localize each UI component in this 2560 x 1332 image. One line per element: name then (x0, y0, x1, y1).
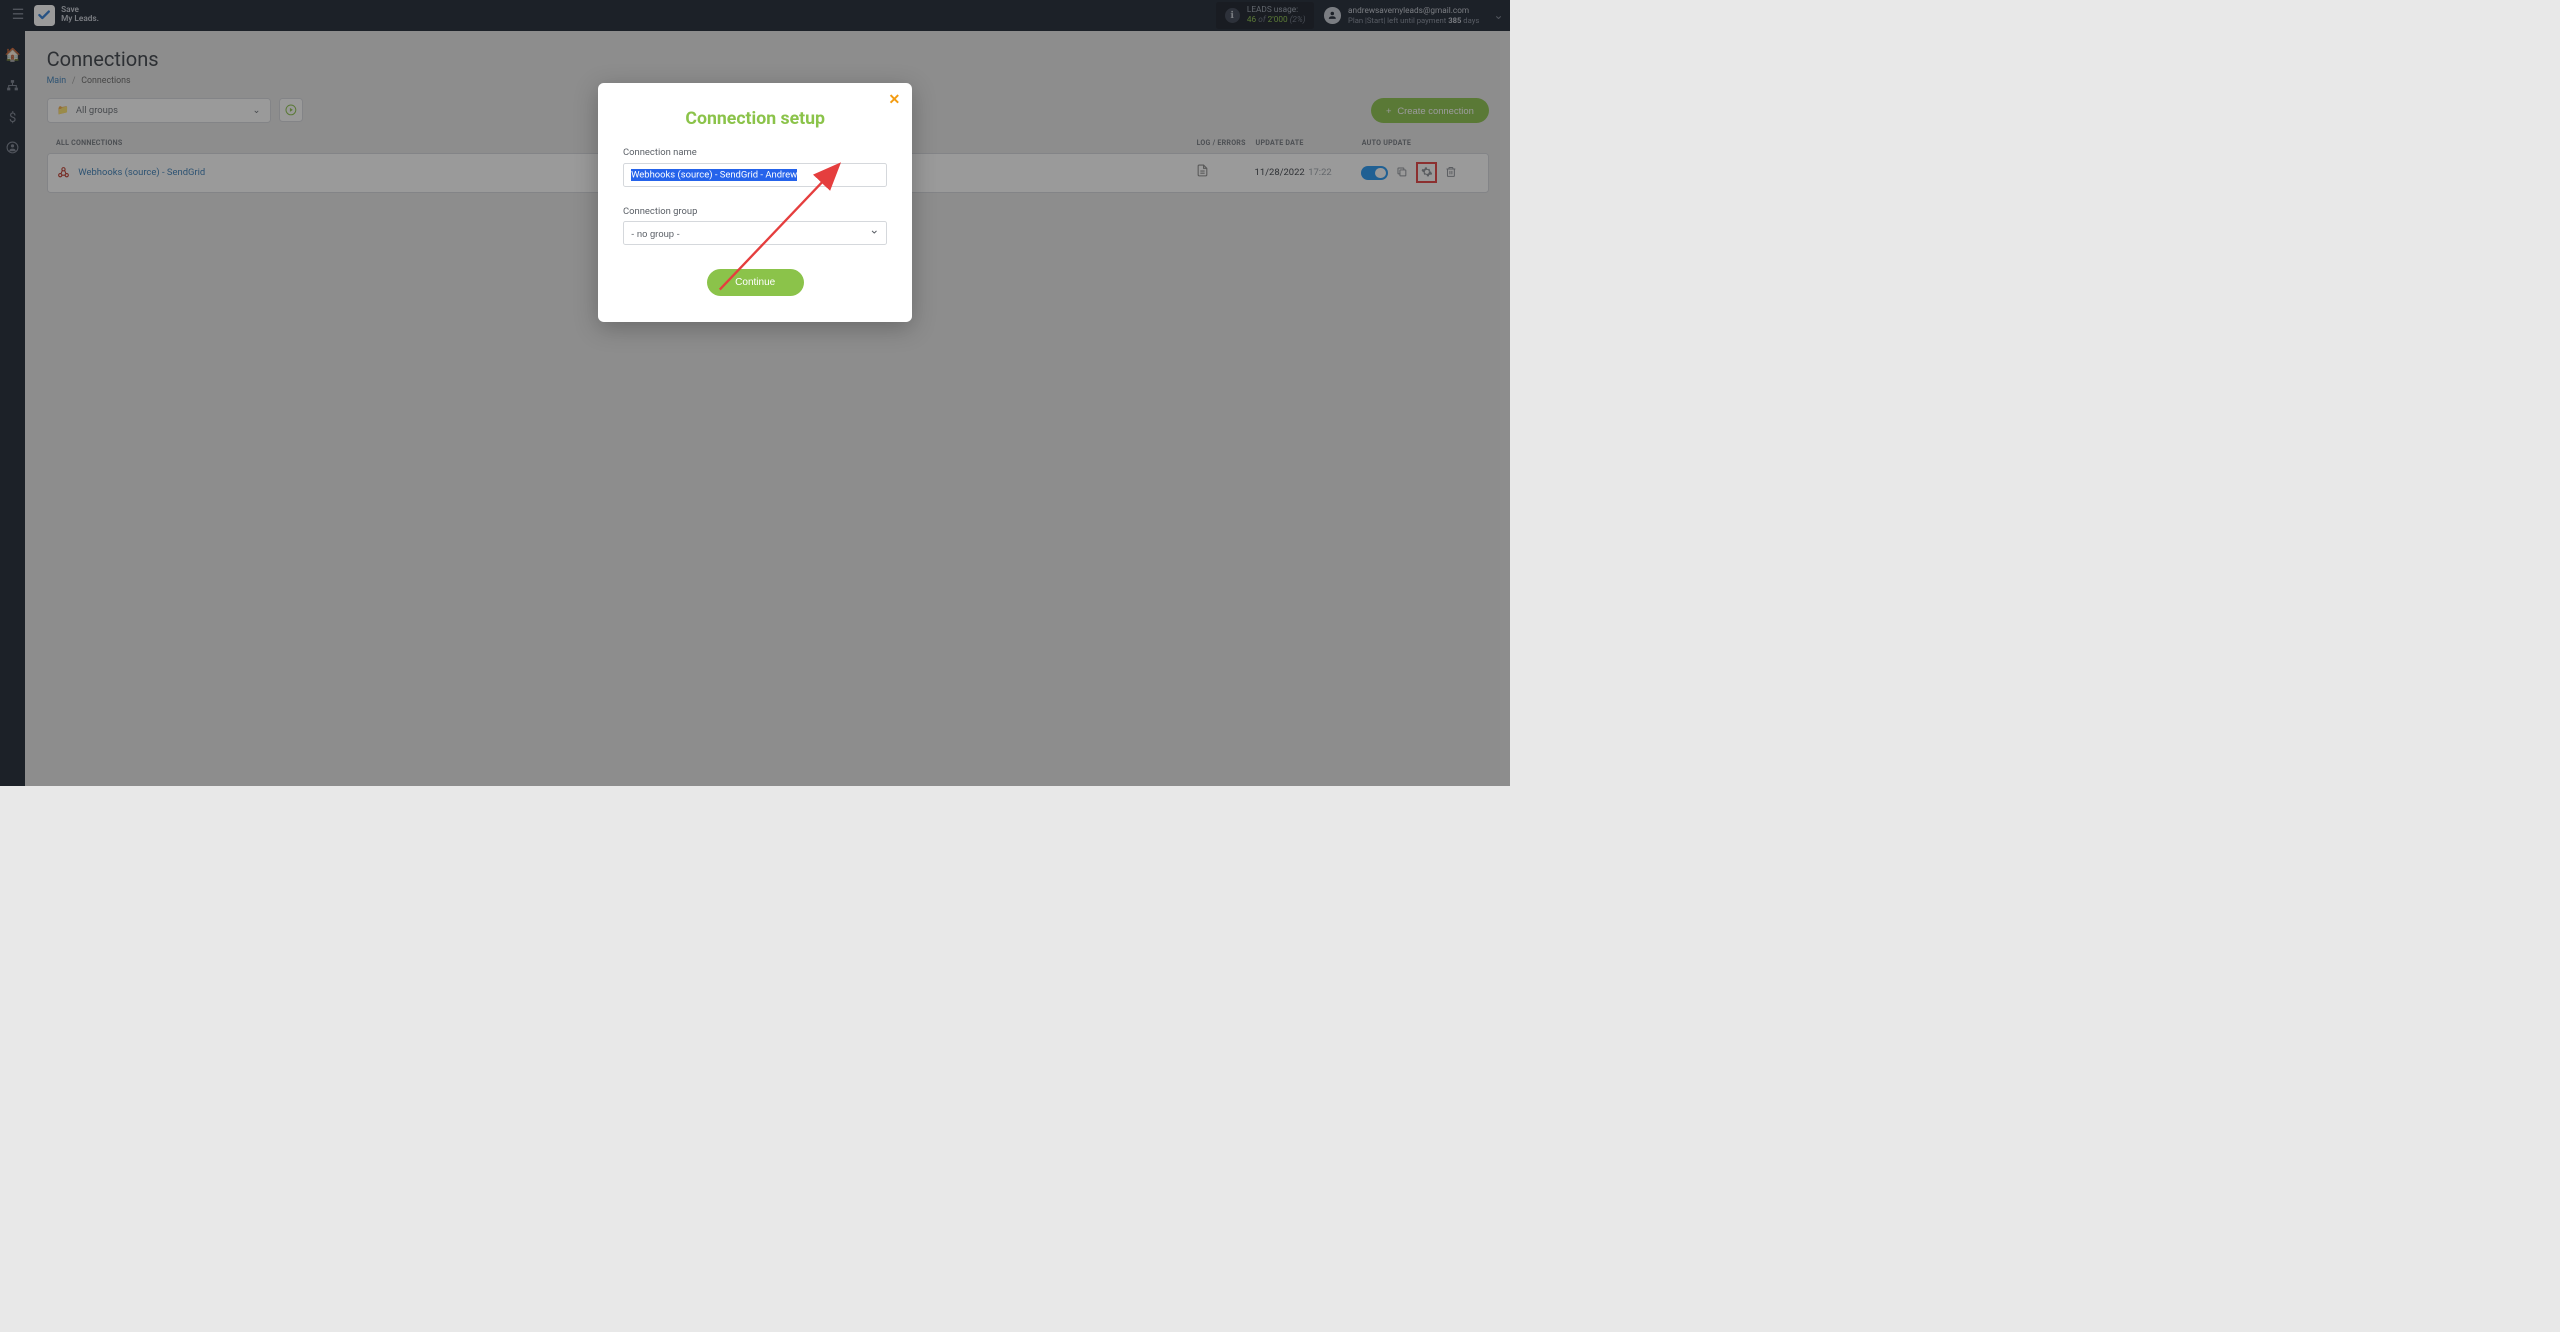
modal-title: Connection setup (623, 109, 887, 129)
connection-name-label: Connection name (623, 147, 887, 158)
connection-group-label: Connection group (623, 206, 887, 217)
continue-button[interactable]: Continue (707, 269, 804, 297)
connection-group-select[interactable]: - no group - (623, 221, 887, 245)
modal-overlay: ✕ Connection setup Connection name Webho… (0, 0, 1510, 786)
connection-setup-modal: ✕ Connection setup Connection name Webho… (598, 83, 912, 322)
connection-name-input[interactable]: Webhooks (source) - SendGrid - Andrew (623, 163, 887, 187)
close-icon[interactable]: ✕ (888, 92, 900, 108)
